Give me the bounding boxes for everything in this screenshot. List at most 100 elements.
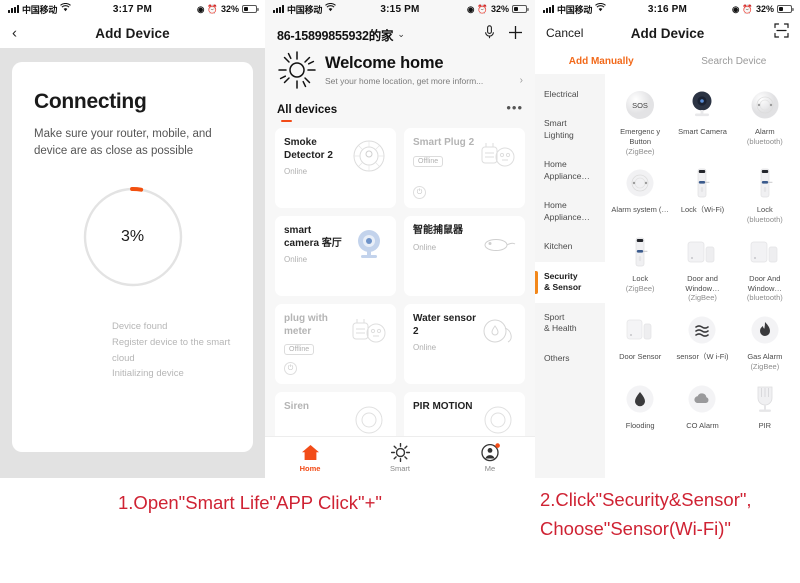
bottom-tab-bar: Home Smart Me [265, 436, 535, 478]
sidebar-item-sport-health[interactable]: Sport & Health [535, 303, 605, 344]
status-right-3: ◉ ⏰ 32% [731, 3, 794, 14]
door-window-sensor-icon [671, 233, 733, 271]
sidebar-item-smart-lighting[interactable]: Smart Lighting [535, 109, 605, 150]
co-cloud-icon [671, 380, 733, 418]
tab-smart[interactable]: Smart [355, 442, 445, 473]
device-type-item[interactable]: SOS Emergenc y Button (ZigBee) [609, 80, 671, 156]
device-card[interactable]: Smart Plug 2 Offline ⏻ [404, 128, 525, 208]
scan-icon[interactable] [774, 23, 789, 43]
device-type-item[interactable]: Gas Alarm (ZigBee) [734, 305, 796, 372]
device-type-item[interactable]: Lock（Wi-Fi) [671, 158, 733, 225]
caption-step-2: 2.Click"Security&Sensor", Choose"Sensor(… [540, 486, 800, 543]
device-grid: Smoke Detector 2 Online Smart Plug 2 Off… [265, 128, 535, 472]
device-type-item[interactable]: Flooding [609, 374, 671, 431]
more-options-icon[interactable]: ••• [506, 101, 523, 114]
progress-step: Device found [112, 321, 168, 333]
device-type-sub: (bluetooth) [746, 293, 783, 303]
device-type-sub: (ZigBee) [625, 283, 655, 293]
device-type-label: Smart Camera [678, 127, 727, 136]
page-title: Add Device [95, 25, 170, 41]
device-type-grid: SOS Emergenc y Button (ZigBee) Smart Cam… [609, 80, 796, 430]
welcome-text: Welcome home Set your home location, get… [325, 54, 523, 86]
sos-button-icon: SOS [609, 86, 671, 124]
device-name: 智能捕鼠器 [413, 225, 463, 236]
power-toggle-icon[interactable]: ⏻ [413, 186, 426, 199]
device-type-item[interactable]: Lock (ZigBee) [609, 227, 671, 303]
phone-panel-add-device: 中国移动 3:16 PM ◉ ⏰ 32% Cancel Add Device A… [535, 0, 800, 478]
device-type-item[interactable]: Alarm (bluetooth) [734, 80, 796, 156]
device-card[interactable]: plug with meter Offline ⏻ [275, 304, 396, 384]
tab-me[interactable]: Me [445, 442, 535, 473]
door-window-sensor-icon [734, 233, 796, 271]
tab-home[interactable]: Home [265, 442, 355, 473]
motion-wave-icon [671, 311, 733, 349]
device-type-item[interactable]: sensor（W i-Fi) [671, 305, 733, 372]
device-type-item[interactable]: Lock (bluetooth) [734, 158, 796, 225]
device-type-item[interactable]: Door Sensor [609, 305, 671, 372]
device-type-label: Door And Window… [747, 273, 782, 293]
device-name: PIR MOTION [413, 401, 473, 412]
connecting-title: Connecting [34, 90, 147, 113]
power-toggle-icon[interactable]: ⏻ [284, 362, 297, 375]
back-icon[interactable]: ‹ [12, 26, 17, 41]
sidebar-item-home-appliance-1[interactable]: Home Appliance… [535, 150, 605, 191]
svg-text:SOS: SOS [632, 101, 648, 110]
status-bar-3: 中国移动 3:16 PM ◉ ⏰ 32% [535, 0, 800, 18]
gas-flame-icon [734, 311, 796, 349]
status-bar-1: 中国移动 3:17 PM ◉ ⏰ 32% [0, 0, 265, 18]
device-type-item[interactable]: CO Alarm [671, 374, 733, 431]
all-devices-section-header: All devices ••• [265, 100, 535, 122]
sidebar-item-security-sensor[interactable]: Security & Sensor [535, 261, 605, 303]
sidebar-item-electrical[interactable]: Electrical [535, 80, 605, 109]
water-sensor-icon [478, 312, 518, 352]
pir-motion-icon [478, 400, 518, 440]
tab-all-devices[interactable]: All devices [277, 104, 337, 122]
phone-panel-home: 中国移动 3:15 PM ◉ ⏰ 32% 86-15899855932的家 ⌄ [265, 0, 535, 478]
progress-ring: 3% [81, 185, 185, 289]
caption-step-1: 1.Open"Smart Life"APP Click"+" [118, 492, 382, 513]
device-type-item[interactable]: PIR [734, 374, 796, 431]
sidebar-item-others[interactable]: Others [535, 344, 605, 373]
progress-ring-wrapper: 3% [34, 185, 231, 289]
pir-sensor-icon [734, 380, 796, 418]
door-lock-icon [609, 233, 671, 271]
sidebar-item-kitchen[interactable]: Kitchen [535, 232, 605, 261]
progress-steps: Device found Register device to the smar… [34, 319, 231, 382]
siren-icon [349, 400, 389, 440]
status-right-1: ◉ ⏰ 32% [197, 4, 259, 14]
status-badge: Offline [284, 344, 315, 355]
sidebar-item-home-appliance-2[interactable]: Home Appliance… [535, 191, 605, 232]
microphone-icon[interactable] [484, 25, 495, 43]
device-card[interactable]: Water sensor 2 Online [404, 304, 525, 384]
smart-icon [355, 442, 445, 462]
home-name-label[interactable]: 86-15899855932的家 [277, 25, 394, 44]
tab-add-manually[interactable]: Add Manually [535, 56, 668, 67]
home-header-actions [484, 25, 523, 44]
progress-step: Initializing device [112, 368, 184, 380]
location-icon: ◉ [731, 3, 740, 14]
device-card[interactable]: 智能捕鼠器 Online [404, 216, 525, 296]
plus-icon[interactable] [508, 25, 523, 44]
add-device-body: Electrical Smart Lighting Home Appliance… [535, 74, 800, 478]
mouse-trap-icon [478, 224, 518, 264]
device-type-label: CO Alarm [686, 420, 719, 430]
chevron-down-icon[interactable]: ⌄ [397, 29, 405, 40]
device-type-sub: (ZigBee) [750, 361, 780, 371]
device-card[interactable]: smart camera 客厅 Online [275, 216, 396, 296]
device-type-item[interactable]: Door And Window… (bluetooth) [734, 227, 796, 303]
device-type-item[interactable]: Alarm system (… [609, 158, 671, 225]
caption-step-2-line1: 2.Click"Security&Sensor", [540, 489, 752, 510]
device-type-item[interactable]: Door and Window… (ZigBee) [671, 227, 733, 303]
chevron-right-icon[interactable]: › [516, 75, 523, 86]
camera-icon [349, 224, 389, 264]
tab-search-device[interactable]: Search Device [668, 56, 800, 67]
welcome-banner[interactable]: Welcome home Set your home location, get… [265, 46, 535, 100]
add-device-tabs: Add Manually Search Device [535, 48, 800, 74]
caption-step-2-line2: Choose"Sensor(Wi-Fi)" [540, 517, 731, 539]
status-badge: Offline [413, 155, 444, 167]
device-type-label: Door Sensor [619, 352, 662, 361]
device-type-label: Lock [632, 273, 649, 283]
nav-bar-add-device: ‹ Add Device [0, 18, 265, 48]
device-card[interactable]: Smoke Detector 2 Online [275, 128, 396, 208]
device-type-item[interactable]: Smart Camera [671, 80, 733, 156]
